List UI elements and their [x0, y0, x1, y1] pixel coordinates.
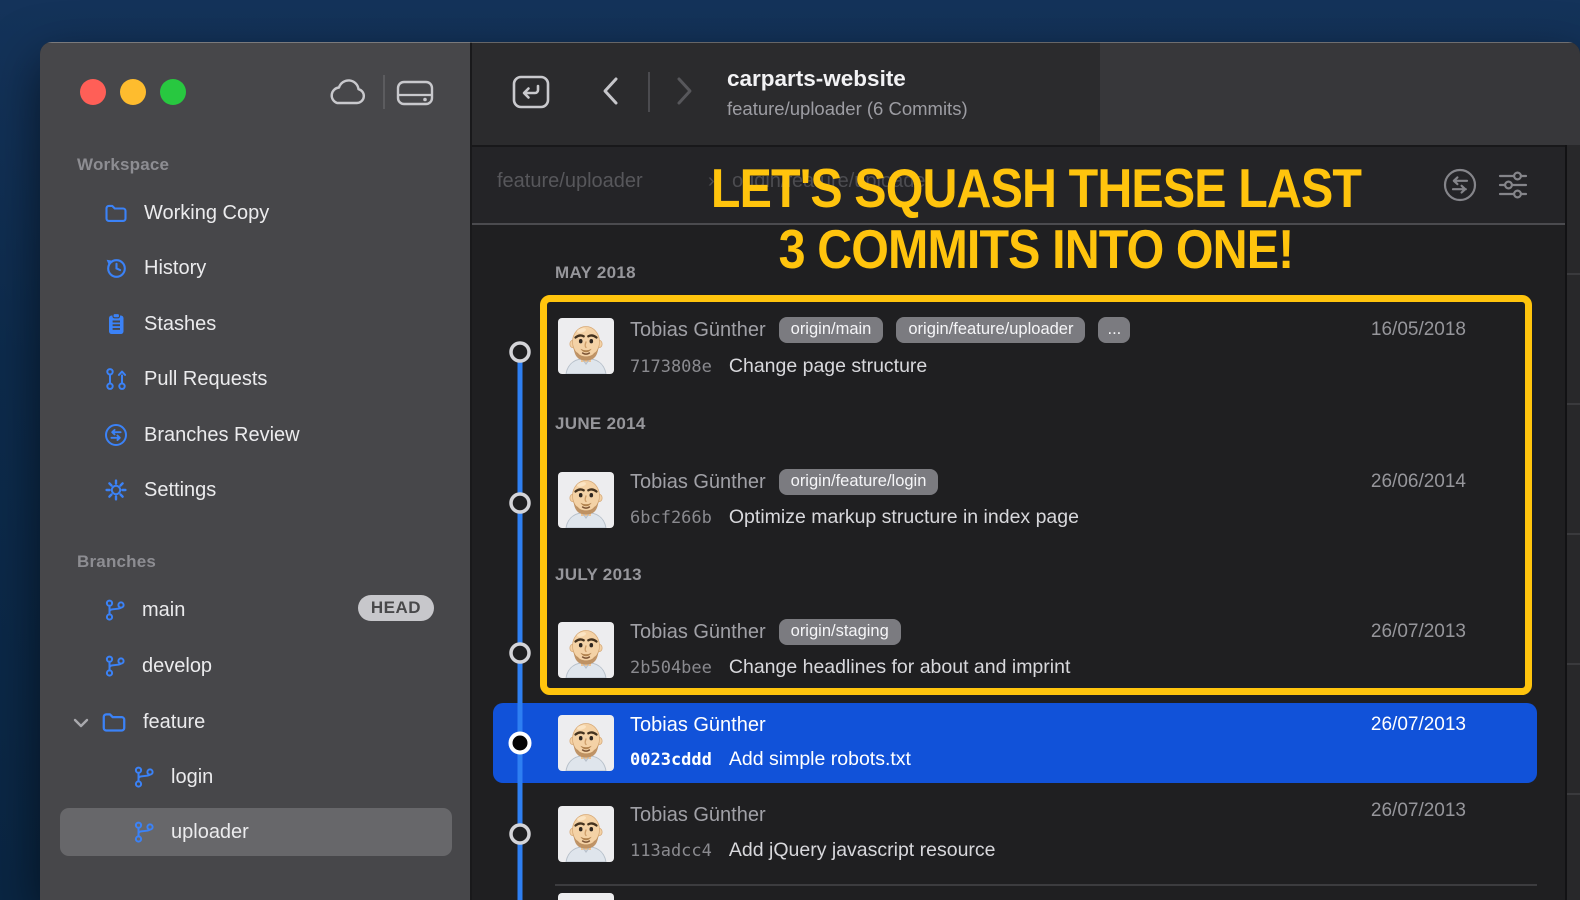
- branch-label: feature: [143, 711, 205, 734]
- branch-icon: [132, 820, 156, 844]
- sidebar-item-pull-requests[interactable]: Pull Requests: [103, 363, 267, 395]
- commit-date: 26/07/2013: [1371, 714, 1466, 736]
- toolbar-dark-section: [472, 42, 1100, 145]
- local-drive-icon[interactable]: [395, 77, 435, 109]
- history-clock-icon: [103, 255, 129, 281]
- gear-icon: [103, 477, 129, 503]
- sidebar-item-stashes[interactable]: Stashes: [103, 308, 216, 340]
- branch-icon: [103, 654, 127, 678]
- sidebar: Workspace Working Copy History Stashes P…: [40, 42, 472, 900]
- head-badge: HEAD: [358, 595, 434, 621]
- commit-node: [511, 644, 529, 662]
- selected-branch-highlight: [60, 808, 452, 856]
- minimize-window-button[interactable]: [120, 79, 146, 105]
- commit-hash: 0023cddd: [630, 750, 712, 770]
- chevron-down-icon[interactable]: [70, 712, 92, 734]
- repo-subtitle: feature/uploader (6 Commits): [727, 98, 968, 120]
- commit-message: Add jQuery javascript resource: [729, 839, 996, 862]
- branches-section-label: Branches: [77, 552, 156, 572]
- annotation-highlight-box: [540, 295, 1532, 695]
- branch-icon: [103, 598, 127, 622]
- toolbar-separator: [383, 75, 385, 109]
- sidebar-branch-folder-feature[interactable]: feature: [100, 706, 205, 738]
- sidebar-item-label: Working Copy: [144, 202, 269, 225]
- avatar: [558, 715, 614, 771]
- commit-hash: 113adcc4: [630, 841, 712, 861]
- commit-node: [511, 343, 529, 361]
- commit-node: [511, 494, 529, 512]
- branch-label: uploader: [171, 821, 249, 844]
- sidebar-item-branches-review[interactable]: Branches Review: [103, 419, 300, 451]
- commit-author: Tobias Günther: [630, 714, 766, 737]
- commit-graph: [495, 282, 545, 900]
- sidebar-item-history[interactable]: History: [103, 252, 206, 284]
- close-window-button[interactable]: [80, 79, 106, 105]
- avatar: [558, 806, 614, 862]
- commit-date: 26/07/2013: [1371, 800, 1466, 822]
- app-window: Workspace Working Copy History Stashes P…: [40, 42, 1580, 900]
- sidebar-branch-uploader[interactable]: uploader: [132, 816, 249, 848]
- row-divider: [555, 884, 1537, 886]
- commit-message: Add simple robots.txt: [729, 748, 911, 771]
- sidebar-item-working-copy[interactable]: Working Copy: [103, 197, 269, 229]
- branch-label: main: [142, 599, 185, 622]
- branch-label: login: [171, 766, 213, 789]
- toolbar-gray-section: [1100, 42, 1580, 145]
- folder-icon: [103, 200, 129, 226]
- sidebar-item-label: Pull Requests: [144, 368, 267, 391]
- annotation-text: LET'S SQUASH THESE LAST 3 COMMITS INTO O…: [492, 158, 1580, 280]
- compare-circle-icon: [103, 422, 129, 448]
- forward-arrow-icon[interactable]: [666, 72, 702, 110]
- zoom-window-button[interactable]: [160, 79, 186, 105]
- back-arrow-icon[interactable]: [593, 72, 629, 110]
- sidebar-item-label: Settings: [144, 479, 216, 502]
- repo-title: carparts-website: [727, 66, 906, 92]
- sidebar-branch-login[interactable]: login: [132, 761, 213, 793]
- sidebar-branch-main[interactable]: main: [103, 594, 185, 626]
- sidebar-item-label: Branches Review: [144, 424, 300, 447]
- branch-label: develop: [142, 655, 212, 678]
- sidebar-item-settings[interactable]: Settings: [103, 474, 216, 506]
- sidebar-item-label: History: [144, 257, 206, 280]
- selected-commit-node: [511, 734, 530, 753]
- open-repository-icon[interactable]: [510, 73, 552, 111]
- cloud-icon[interactable]: [325, 77, 369, 109]
- sidebar-item-label: Stashes: [144, 313, 216, 336]
- commit-node: [511, 825, 529, 843]
- workspace-section-label: Workspace: [77, 155, 169, 175]
- sidebar-branch-develop[interactable]: develop: [103, 650, 212, 682]
- clipboard-icon: [103, 311, 129, 337]
- commit-author: Tobias Günther: [630, 804, 766, 827]
- pull-request-icon: [103, 366, 129, 392]
- annotation-line-2: 3 COMMITS INTO ONE!: [557, 219, 1514, 280]
- avatar: [558, 893, 614, 900]
- folder-icon: [100, 708, 128, 736]
- branch-icon: [132, 765, 156, 789]
- nav-separator: [648, 72, 650, 112]
- annotation-line-1: LET'S SQUASH THESE LAST: [557, 158, 1514, 219]
